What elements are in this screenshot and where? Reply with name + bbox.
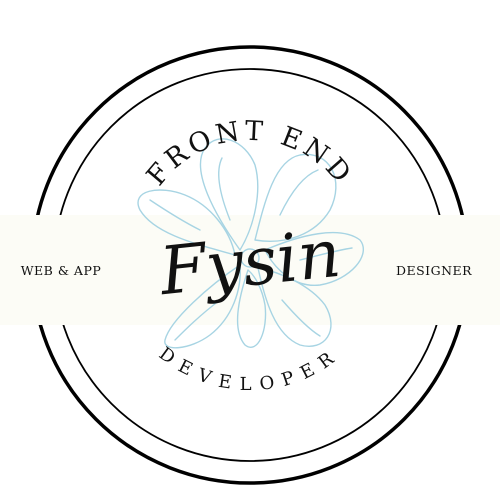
bottom-arc-text: DEVELOPER [155, 343, 345, 395]
right-band-text: DESIGNER [396, 263, 472, 278]
left-band-text: WEB & APP [21, 263, 102, 278]
top-arc-text: FRONT END [141, 116, 359, 192]
badge-logo: FRONT END DEVELOPER WEB & APP DESIGNER F… [0, 45, 500, 485]
